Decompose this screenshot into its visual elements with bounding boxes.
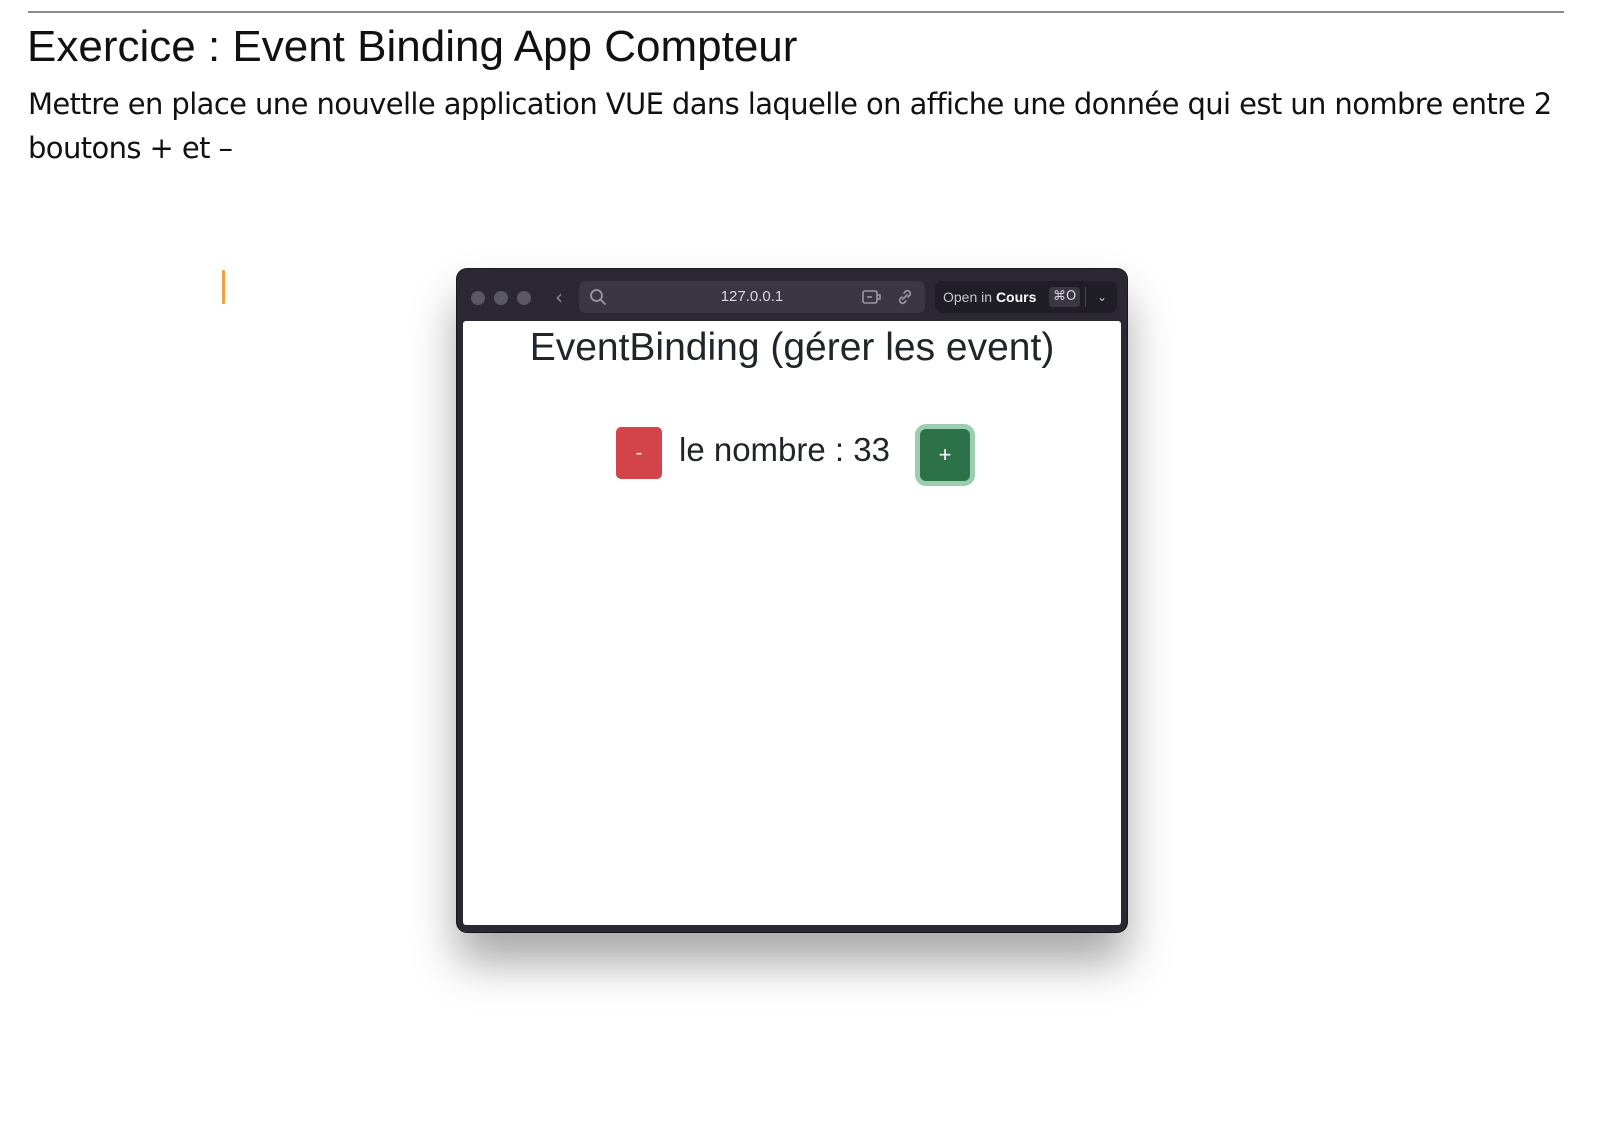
app-title: EventBinding (gérer les event) (529, 326, 1055, 369)
open-in-app-button[interactable]: Open in Cours ⌘O ⌄ (935, 281, 1117, 313)
open-in-prefix: Open in (943, 289, 993, 305)
increment-button[interactable]: + (920, 429, 970, 481)
browser-toolbar: ‹ 127.0.0.1 Open in Cours ⌘O ⌄ (457, 269, 1127, 321)
page-viewport: EventBinding (gérer les event) - le nomb… (463, 321, 1121, 925)
browser-window: ‹ 127.0.0.1 Open in Cours ⌘O ⌄ EventBind… (457, 269, 1127, 932)
minimize-window-button[interactable] (494, 291, 508, 305)
open-in-label: Open in Cours (943, 281, 1036, 313)
document-title: Exercice : Event Binding App Compteur (27, 22, 798, 71)
text-cursor (222, 270, 225, 304)
back-chevron-icon[interactable]: ‹ (550, 285, 568, 309)
document-paragraph: Mettre en place une nouvelle application… (28, 87, 1552, 165)
maximize-window-button[interactable] (517, 291, 531, 305)
keyboard-shortcut: ⌘O (1049, 287, 1081, 307)
open-in-app-name: Cours (995, 289, 1037, 305)
link-icon[interactable] (895, 288, 915, 306)
close-window-button[interactable] (471, 291, 485, 305)
chevron-down-icon[interactable]: ⌄ (1092, 281, 1112, 313)
top-divider (28, 11, 1564, 13)
counter-display: le nombre : 33 (679, 431, 890, 468)
address-bar[interactable]: 127.0.0.1 (579, 281, 925, 313)
open-in-separator (1085, 287, 1086, 307)
extension-icon[interactable] (861, 288, 883, 306)
decrement-button[interactable]: - (616, 427, 662, 479)
